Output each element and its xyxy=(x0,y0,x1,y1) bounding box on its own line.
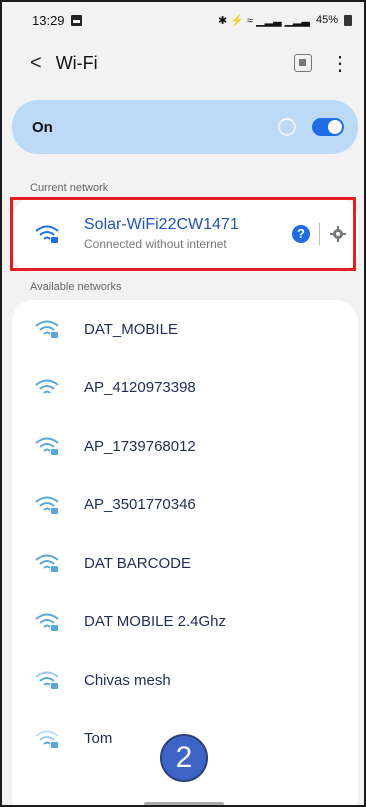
more-options-button[interactable]: ⋮ xyxy=(330,51,350,76)
network-item[interactable]: AP_4120973398 xyxy=(12,359,358,418)
network-name: Chivas mesh xyxy=(84,671,171,689)
divider xyxy=(319,223,320,245)
network-item[interactable]: Chivas mesh xyxy=(12,651,358,710)
network-name: DAT MOBILE 2.4Ghz xyxy=(84,613,226,631)
network-name: DAT_MOBILE xyxy=(84,320,178,338)
network-name: AP_3501770346 xyxy=(84,496,196,514)
current-network-card[interactable]: Solar-WiFi22CW1471 Connected without int… xyxy=(12,198,358,272)
wifi-locked-icon xyxy=(35,225,59,243)
gallery-icon xyxy=(70,14,82,26)
status-bar: 13:29 ✱ ⚡ ≈ ▁▂▃ ▁▂▃ 45% xyxy=(2,2,364,38)
wifi-locked-icon xyxy=(35,496,59,514)
phone-screen: 13:29 ✱ ⚡ ≈ ▁▂▃ ▁▂▃ 45% < Wi-Fi ⋮ On Cur… xyxy=(0,0,366,807)
battery-level: 45% xyxy=(315,14,338,26)
signal-icons: ✱ ⚡ ≈ ▁▂▃ ▁▂▃ xyxy=(218,14,310,27)
network-item[interactable]: DAT BARCODE xyxy=(12,534,358,593)
gear-icon[interactable] xyxy=(330,226,346,242)
status-time: 13:29 xyxy=(32,12,65,28)
wifi-icon xyxy=(35,379,59,394)
network-item[interactable]: DAT_MOBILE xyxy=(12,300,358,359)
wifi-toggle-switch[interactable] xyxy=(312,118,344,136)
home-indicator xyxy=(144,802,224,805)
help-icon[interactable]: ? xyxy=(292,225,310,243)
wifi-toggle-bar[interactable]: On xyxy=(12,100,358,154)
battery-icon xyxy=(344,14,352,26)
network-name: AP_4120973398 xyxy=(84,379,196,397)
available-networks-list: DAT_MOBILE AP_4120973398 AP_1739768012 A… xyxy=(12,300,358,805)
page-title: Wi-Fi xyxy=(55,52,98,73)
qr-code-icon[interactable] xyxy=(294,54,312,72)
available-networks-label: Available networks xyxy=(30,281,122,293)
network-name: DAT BARCODE xyxy=(84,554,191,572)
wifi-locked-icon xyxy=(35,613,59,631)
wifi-locked-icon xyxy=(35,671,59,690)
app-header: < Wi-Fi ⋮ xyxy=(2,38,364,88)
scanning-spinner-icon xyxy=(278,118,296,136)
network-name: Tom xyxy=(84,730,113,748)
network-item[interactable]: AP_1739768012 xyxy=(12,417,358,476)
network-item[interactable]: AP_3501770346 xyxy=(12,476,358,535)
back-button[interactable]: < xyxy=(30,52,42,75)
wifi-state-label: On xyxy=(32,118,53,136)
wifi-locked-icon xyxy=(35,730,59,748)
network-item[interactable]: DAT MOBILE 2.4Ghz xyxy=(12,593,358,652)
wifi-locked-icon xyxy=(35,554,59,573)
current-network-name: Solar-WiFi22CW1471 xyxy=(84,216,239,233)
wifi-locked-icon xyxy=(35,320,59,339)
current-network-status: Connected without internet xyxy=(84,237,227,251)
wifi-locked-icon xyxy=(35,437,59,456)
network-name: AP_1739768012 xyxy=(84,437,196,455)
current-network-label: Current network xyxy=(30,182,109,194)
step-number-badge: 2 xyxy=(160,734,208,782)
